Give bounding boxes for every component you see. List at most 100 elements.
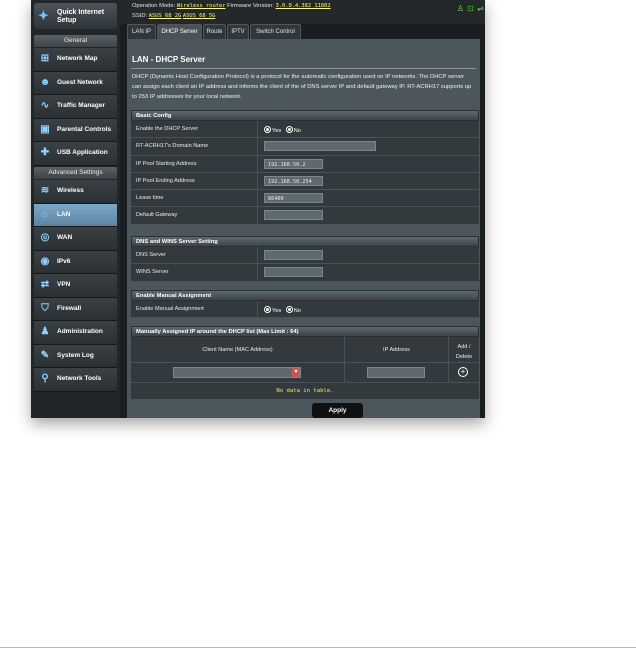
manual-assignment-header: Enable Manual Assignment: [131, 290, 479, 301]
ip-address-input[interactable]: [367, 367, 425, 378]
manual-assignment-row: Enable Manual Assignment Yes No: [131, 301, 479, 319]
tab-iptv[interactable]: IPTV: [227, 24, 249, 39]
system-log-icon: ✎: [40, 349, 50, 361]
divider: [131, 68, 476, 69]
sidebar: ✦ Quick Internet Setup General ⊞ Network…: [31, 0, 120, 418]
administration-icon: ♟: [40, 326, 50, 337]
dns-wins-header: DNS and WINS Server Setting: [131, 236, 479, 247]
dns-server-label: DNS Server: [136, 252, 166, 258]
lease-time-label: Lease time: [136, 195, 164, 202]
page-description: DHCP (Dynamic Host Configuration Protoco…: [132, 74, 472, 100]
operation-mode-link[interactable]: Wireless router: [177, 3, 226, 9]
user-status-icon[interactable]: ♙: [456, 4, 465, 13]
sidebar-item-firewall[interactable]: ⛉ Firewall: [34, 297, 117, 321]
manual-list-header: Manually Assigned IP around the DHCP lis…: [131, 326, 479, 337]
enable-dhcp-row: Enable the DHCP Server Yes No: [131, 121, 479, 139]
firmware-link[interactable]: 3.0.0.4.382_11802: [275, 3, 330, 9]
enable-dhcp-label: Enable the DHCP Server: [136, 126, 199, 132]
sidebar-item-ipv6[interactable]: ◉ IPv6: [34, 250, 117, 274]
sidebar-item-vpn[interactable]: ⇄ VPN: [34, 274, 117, 298]
wireless-icon: ≋: [40, 185, 50, 196]
radio-yes[interactable]: [264, 126, 271, 133]
sidebar-item-label: Traffic Manager: [57, 102, 106, 109]
sidebar-item-lan[interactable]: ⌂ LAN: [34, 203, 117, 227]
wan-icon: ◎: [40, 232, 50, 243]
divider: [448, 363, 449, 382]
sidebar-item-administration[interactable]: ♟ Administration: [34, 321, 117, 345]
sidebar-item-label: Network Map: [57, 55, 98, 62]
router-admin-screenshot: ✦ Quick Internet Setup General ⊞ Network…: [31, 0, 485, 418]
ip-pool-start-label: IP Pool Starting Address: [136, 160, 197, 167]
usb-icon[interactable]: ⇌: [476, 4, 485, 13]
traffic-manager-icon: ∿: [40, 100, 50, 111]
wins-server-label: WINS Server: [136, 269, 169, 276]
radio-no-label: No: [293, 128, 301, 134]
radio-yes-label: Yes: [272, 308, 282, 314]
enable-dhcp-value: Yes No: [257, 121, 478, 138]
column-ip-address: IP Address: [383, 347, 410, 353]
manual-assignment-radio-group: Yes No: [264, 306, 301, 315]
manual-list-column-headers: Client Name (MAC Address) IP Address Add…: [131, 337, 479, 363]
sidebar-item-label: Administration: [57, 328, 103, 335]
add-icon[interactable]: +: [458, 367, 468, 377]
ssid-2g-link[interactable]: ASUS 68 2G: [149, 13, 181, 19]
page-title: LAN - DHCP Server: [132, 55, 206, 64]
operation-mode-line: Operation Mode: Wireless router Firmware…: [132, 2, 331, 10]
sidebar-item-wireless[interactable]: ≋ Wireless: [34, 180, 117, 204]
sidebar-item-label: LAN: [57, 210, 71, 218]
operation-mode-label: Operation Mode:: [132, 3, 176, 9]
ssid-5g-link[interactable]: ASUS 68 5G: [183, 13, 215, 19]
domain-name-label: RT-ACRH17's Domain Name: [136, 143, 209, 150]
sidebar-item-system-log[interactable]: ✎ System Log: [34, 344, 117, 368]
ip-pool-end-input[interactable]: 192.168.50.254: [264, 175, 323, 186]
dns-server-input[interactable]: [264, 250, 323, 260]
domain-name-input[interactable]: [264, 141, 376, 152]
ip-pool-end-label: IP Pool Ending Address: [136, 177, 195, 184]
ssid-line: SSID: ASUS 68 2G ASUS 68 5G: [132, 12, 215, 20]
manual-list-table: Manually Assigned IP around the DHCP lis…: [131, 326, 479, 399]
ip-pool-start-input[interactable]: 192.168.50.2: [264, 158, 323, 169]
tab-lan-ip[interactable]: LAN IP: [127, 24, 156, 39]
apply-button[interactable]: Apply: [312, 403, 363, 418]
sidebar-item-network-tools[interactable]: ⚲ Network Tools: [34, 368, 117, 392]
client-name-select[interactable]: ▾: [173, 367, 301, 378]
radio-no[interactable]: [285, 126, 293, 133]
lease-time-input[interactable]: 86400: [264, 193, 323, 204]
advanced-section-header: Advanced Settings: [34, 167, 117, 179]
sidebar-item-label: USB Application: [57, 149, 108, 156]
sidebar-item-traffic-manager[interactable]: ∿ Traffic Manager: [34, 95, 117, 119]
sidebar-item-parental-controls[interactable]: ▣ Parental Controls: [34, 118, 117, 142]
general-menu: ⊞ Network Map ☻ Guest Network ∿ Traffic …: [34, 48, 117, 166]
wins-server-input[interactable]: [264, 267, 323, 278]
default-gateway-row: Default Gateway: [131, 207, 479, 225]
ipv6-icon: ◉: [40, 255, 50, 267]
ip-pool-start-row: IP Pool Starting Address 192.168.50.2: [131, 155, 479, 173]
tab-switch-control[interactable]: Switch Control: [250, 24, 301, 39]
tab-route[interactable]: Route: [203, 24, 226, 39]
radio-no[interactable]: [285, 306, 293, 313]
sidebar-item-wan[interactable]: ◎ WAN: [34, 227, 117, 251]
radio-yes[interactable]: [264, 306, 271, 313]
parental-controls-icon: ▣: [40, 123, 50, 135]
sidebar-item-label: Guest Network: [57, 78, 103, 86]
default-gateway-input[interactable]: [264, 210, 323, 221]
chevron-down-icon[interactable]: ▾: [292, 368, 300, 377]
quick-internet-setup-button[interactable]: ✦ Quick Internet Setup: [34, 3, 117, 29]
tab-dhcp-server[interactable]: DHCP Server: [157, 24, 202, 39]
network-status-icon[interactable]: ⊡: [466, 4, 475, 13]
sidebar-item-label: Network Tools: [57, 375, 102, 382]
firmware-label: Firmware Version:: [227, 3, 274, 9]
usb-application-icon: ✚: [40, 147, 50, 158]
lease-time-row: Lease time 86400: [131, 190, 479, 208]
manual-list-input-row: ▾ +: [131, 363, 479, 383]
column-add-delete: Add / Delete: [455, 344, 473, 360]
sidebar-item-network-map[interactable]: ⊞ Network Map: [34, 48, 117, 72]
manual-assignment-table: Enable Manual Assignment Enable Manual A…: [131, 290, 479, 319]
sidebar-item-usb-application[interactable]: ✚ USB Application: [34, 142, 117, 166]
quick-internet-setup-label: Quick Internet Setup: [57, 9, 105, 24]
ssid-label: SSID:: [132, 13, 148, 19]
vpn-icon: ⇄: [40, 279, 50, 290]
advanced-menu: ≋ Wireless ⌂ LAN ◎ WAN ◉ IPv6 ⇄ VPN ⛉ Fi…: [34, 180, 117, 392]
network-tools-icon: ⚲: [41, 373, 49, 384]
sidebar-item-guest-network[interactable]: ☻ Guest Network: [34, 71, 117, 95]
